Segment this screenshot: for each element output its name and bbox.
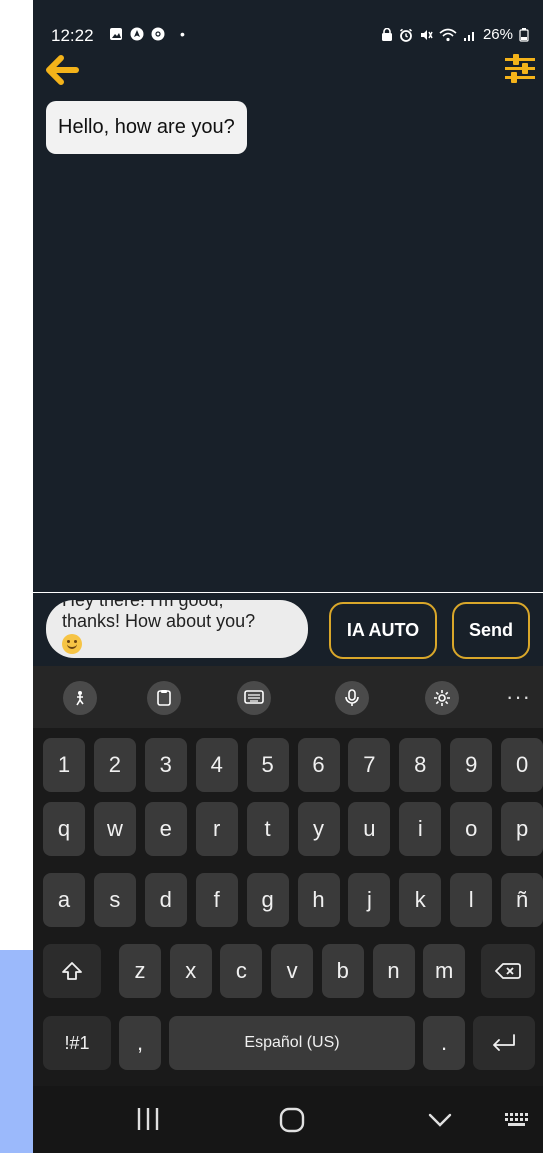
wifi-icon [439,28,457,41]
letter-key-a[interactable]: a [43,873,85,927]
status-bar: 12:22 • 26% [33,0,543,50]
gallery-icon [110,28,122,40]
space-key[interactable]: Español (US) [169,1016,415,1070]
settings-sliders-button[interactable] [503,53,537,85]
letter-key-y[interactable]: y [297,802,340,856]
alarm-icon [399,28,412,42]
shift-icon [62,962,82,980]
letter-key-ñ[interactable]: ñ [501,873,543,927]
letter-key-e[interactable]: e [144,802,187,856]
letter-key-z[interactable]: z [119,944,161,998]
number-key-8[interactable]: 8 [399,738,442,792]
letter-key-j[interactable]: j [348,873,391,927]
letter-key-c[interactable]: c [220,944,263,998]
navigation-icon [130,27,144,41]
system-nav-bar [33,1086,543,1153]
keyboard-settings-button[interactable] [425,681,459,715]
letter-key-s[interactable]: s [93,873,136,927]
letter-key-n[interactable]: n [372,944,415,998]
letter-key-i[interactable]: i [399,802,442,856]
signal-icon [463,31,474,41]
chat-message: Hello, how are you? [46,101,247,154]
letter-key-b[interactable]: b [321,944,364,998]
back-button[interactable] [45,54,79,86]
letter-key-m[interactable]: m [423,944,466,998]
more-options-button[interactable]: ··· [506,684,531,710]
letter-key-p[interactable]: p [501,802,543,856]
chevron-down-icon[interactable] [427,1104,453,1134]
number-key-7[interactable]: 7 [348,738,391,792]
microphone-icon [345,689,359,706]
suggested-reply[interactable]: Hey there! I'm good, thanks! How about y… [46,600,308,658]
letter-key-r[interactable]: r [195,802,238,856]
letter-key-v[interactable]: v [271,944,314,998]
gear-icon [434,690,450,706]
letter-key-f[interactable]: f [195,873,238,927]
recent-apps-icon[interactable] [135,1104,161,1134]
keyboard-toolbar: ··· [33,666,543,728]
comma-key[interactable]: , [119,1016,161,1070]
enter-icon [493,1034,515,1051]
keyboard-toggle-icon[interactable] [503,1104,533,1134]
number-key-5[interactable]: 5 [246,738,289,792]
letter-key-o[interactable]: o [450,802,493,856]
chrome-icon [151,27,165,41]
letter-key-h[interactable]: h [297,873,340,927]
mute-icon [420,29,433,40]
home-icon[interactable] [279,1104,305,1134]
send-button[interactable]: Send [452,602,530,659]
emoji-sticker-button[interactable] [63,681,97,715]
letter-key-g[interactable]: g [246,873,289,927]
message-input-bar: Hey there! I'm good, thanks! How about y… [33,592,543,666]
letter-key-t[interactable]: t [246,802,289,856]
number-key-6[interactable]: 6 [297,738,340,792]
phone-screen: 12:22 • 26% Hello, how are you? Hey ther… [33,0,543,1153]
symbols-key[interactable]: !#1 [43,1016,111,1070]
voice-input-button[interactable] [335,681,369,715]
soft-keyboard: ··· 1234567890 qwertyuiop asdfghjklñ zxcvbn… [33,666,543,1086]
shift-key[interactable] [43,944,101,998]
number-key-2[interactable]: 2 [93,738,136,792]
number-key-0[interactable]: 0 [501,738,543,792]
message-text: Hello, how are you? [58,116,235,138]
suggestion-line-2: thanks! How about you? [62,611,256,631]
battery-percent: 26% [482,26,513,43]
backspace-icon [495,963,521,979]
background-block [0,950,33,1153]
number-key-1[interactable]: 1 [43,738,85,792]
status-time: 12:22 [51,26,94,45]
number-key-4[interactable]: 4 [195,738,238,792]
enter-key[interactable] [473,1016,535,1070]
letter-key-q[interactable]: q [43,802,85,856]
sliders-icon [505,54,535,83]
clipboard-button[interactable] [147,681,181,715]
clipboard-icon [157,690,171,706]
number-key-9[interactable]: 9 [450,738,493,792]
notification-icons: • [109,26,185,42]
keyboard-mode-button[interactable] [237,681,271,715]
ia-auto-button[interactable]: IA AUTO [329,602,437,659]
arrow-left-icon [46,55,79,85]
lock-icon [381,27,392,41]
letter-key-x[interactable]: x [169,944,212,998]
status-dot: • [180,26,185,42]
letter-key-w[interactable]: w [93,802,136,856]
letter-key-u[interactable]: u [348,802,391,856]
number-key-3[interactable]: 3 [144,738,187,792]
smile-emoji-icon [62,634,82,655]
person-icon [76,691,84,706]
system-icons: 26% [381,26,529,43]
letter-key-k[interactable]: k [399,873,442,927]
keyboard-icon [244,690,264,704]
suggestion-line-1: Hey there! I'm good, [62,600,224,610]
battery-icon [519,27,529,42]
letter-key-d[interactable]: d [144,873,187,927]
backspace-key[interactable] [481,944,535,998]
letter-key-l[interactable]: l [450,873,493,927]
period-key[interactable]: . [423,1016,465,1070]
